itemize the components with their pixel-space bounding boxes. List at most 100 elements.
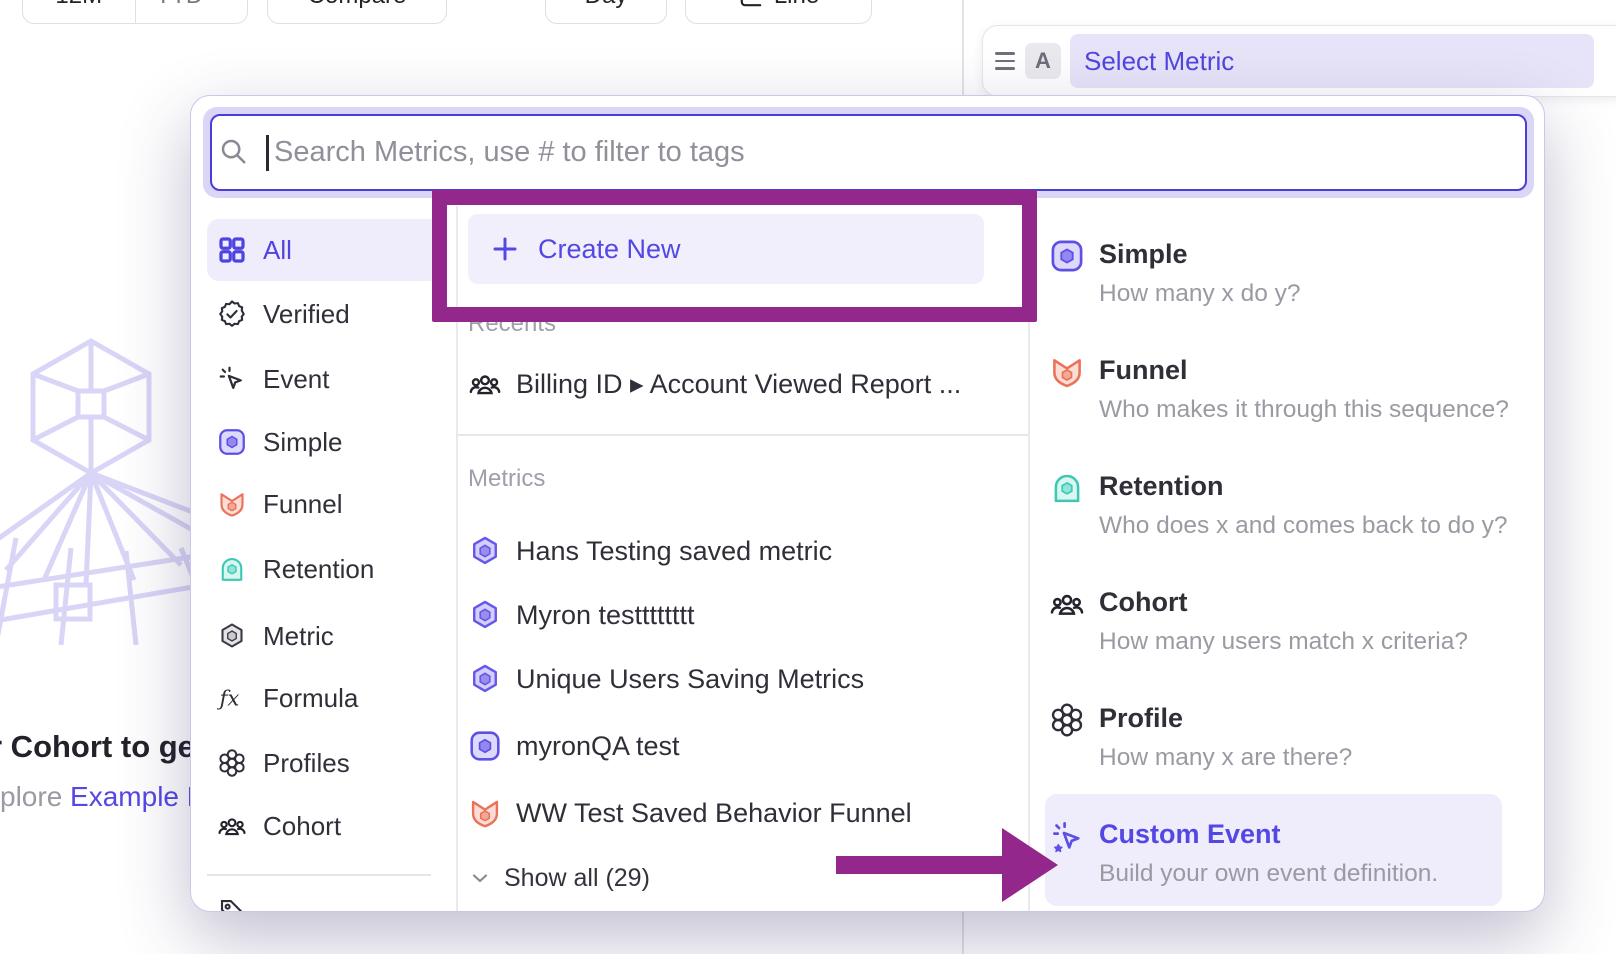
sidebar-label: Metric: [263, 621, 334, 652]
metric-type-custom-event[interactable]: Custom Event Build your own event defini…: [1049, 818, 1501, 908]
line-label: Line: [774, 0, 819, 10]
text-cursor: [266, 135, 269, 171]
metric-type-simple[interactable]: Simple How many x do y?: [1049, 238, 1501, 328]
metric-picker-modal: All Verified Event Simple Funnel Retenti…: [190, 95, 1545, 912]
simple-icon: [468, 729, 502, 763]
funnel-icon: [1049, 354, 1085, 390]
metric-hexagon-icon: [217, 621, 247, 651]
sidebar-item-profiles[interactable]: Profiles: [207, 732, 441, 794]
time-range-12m-label: 12M: [55, 0, 102, 10]
cohort-icon: [217, 811, 247, 841]
metrics-header: Metrics: [468, 465, 545, 493]
example-reports-link[interactable]: Example R: [70, 781, 207, 812]
time-range-ytd-label: YTD: [155, 0, 203, 10]
sidebar-label: Profiles: [263, 748, 350, 779]
grid-icon: [217, 235, 247, 265]
drag-handle-icon[interactable]: [995, 52, 1015, 70]
select-metric-pill[interactable]: Select Metric: [1070, 34, 1594, 88]
recent-item-label: Billing ID ▸ Account Viewed Report ...: [516, 369, 961, 400]
profiles-icon: [217, 748, 247, 778]
metric-list-item[interactable]: myronQA test: [468, 718, 1008, 774]
cohort-icon: [468, 367, 502, 401]
recent-item[interactable]: Billing ID ▸ Account Viewed Report ...: [468, 356, 1008, 412]
sidebar-label: Retention: [263, 554, 374, 585]
chevron-down-icon: [209, 0, 227, 5]
metric-list-item[interactable]: Unique Users Saving Metrics: [468, 651, 1008, 707]
metric-type-retention[interactable]: Retention Who does x and comes back to d…: [1049, 470, 1501, 560]
metric-item-label: WW Test Saved Behavior Funnel: [516, 798, 912, 829]
funnel-icon: [217, 489, 247, 519]
verified-badge-icon: [217, 299, 247, 329]
series-a-badge: A: [1025, 43, 1061, 79]
empty-state-subtext: plore Example R: [0, 781, 207, 813]
retention-icon: [217, 554, 247, 584]
app-window: r Cohort to ge plore Example R 12M YTD C…: [0, 0, 1616, 954]
create-new-button[interactable]: Create New: [468, 214, 984, 284]
formula-icon: ƒx: [217, 683, 247, 713]
chevron-down-icon: [468, 866, 492, 890]
sidebar-label: Verified: [263, 299, 350, 330]
sidebar-item-formula[interactable]: ƒx Formula: [207, 667, 441, 729]
column-divider: [1028, 206, 1030, 912]
sidebar-item-metric[interactable]: Metric: [207, 605, 441, 667]
sidebar-label: Formula: [263, 683, 358, 714]
time-range-12m-button[interactable]: 12M: [23, 0, 136, 23]
search-input[interactable]: [210, 114, 1527, 191]
time-range-ytd-button[interactable]: YTD: [136, 0, 248, 23]
metric-slot-card: A Select Metric: [982, 25, 1616, 97]
metric-type-title: Funnel: [1099, 355, 1188, 386]
metric-type-description: Who does x and comes back to do y?: [1099, 512, 1508, 540]
metric-list-item[interactable]: Hans Testing saved metric: [468, 523, 1008, 579]
metric-type-description: Who makes it through this sequence?: [1099, 396, 1509, 424]
metric-item-label: Unique Users Saving Metrics: [516, 664, 864, 695]
metric-type-description: How many x do y?: [1099, 280, 1301, 308]
sidebar-item-retention[interactable]: Retention: [207, 538, 441, 600]
simple-icon: [1049, 238, 1085, 274]
metric-type-funnel[interactable]: Funnel Who makes it through this sequenc…: [1049, 354, 1501, 444]
granularity-day-button[interactable]: Day: [545, 0, 667, 24]
metric-item-label: Hans Testing saved metric: [516, 536, 832, 567]
metric-type-profile[interactable]: Profile How many x are there?: [1049, 702, 1501, 792]
compare-button[interactable]: Compare: [267, 0, 447, 24]
sidebar-label: Funnel: [263, 489, 343, 520]
sidebar-item-funnel[interactable]: Funnel: [207, 473, 441, 535]
sidebar-item-cohort[interactable]: Cohort: [207, 795, 441, 857]
metric-item-label: myronQA test: [516, 731, 680, 762]
show-all-label: Show all (29): [504, 864, 650, 893]
show-all-button[interactable]: Show all (29): [468, 856, 868, 900]
metric-type-title: Profile: [1099, 703, 1183, 734]
compare-label: Compare: [308, 0, 407, 10]
funnel-icon: [468, 796, 502, 830]
sidebar-item-simple[interactable]: Simple: [207, 411, 441, 473]
saved-metric-hexagon-icon: [468, 534, 502, 568]
sidebar-label: All: [263, 235, 292, 266]
metric-type-description: How many x are there?: [1099, 744, 1352, 772]
search-icon: [218, 136, 248, 166]
retention-icon: [1049, 470, 1085, 506]
sidebar-divider: [456, 206, 458, 912]
metric-list-item[interactable]: WW Test Saved Behavior Funnel: [468, 785, 1008, 841]
metric-item-label: Myron testttttttt: [516, 600, 695, 631]
sidebar-item-all[interactable]: All: [207, 219, 441, 281]
profiles-icon: [1049, 702, 1085, 738]
create-new-label: Create New: [538, 234, 681, 265]
sidebar-label: Simple: [263, 427, 342, 458]
recents-header: Recents: [468, 310, 556, 338]
metric-type-title: Cohort: [1099, 587, 1187, 618]
saved-metric-hexagon-icon: [468, 598, 502, 632]
plus-icon: [490, 234, 520, 264]
sidebar-label: Cohort: [263, 811, 341, 842]
line-chart-icon: [738, 0, 764, 9]
time-range-segmented-control: 12M YTD: [22, 0, 248, 24]
sidebar-item-verified[interactable]: Verified: [207, 283, 441, 345]
sidebar-item-event[interactable]: Event: [207, 348, 441, 410]
metric-type-cohort[interactable]: Cohort How many users match x criteria?: [1049, 586, 1501, 676]
cohort-icon: [1049, 586, 1085, 622]
day-label: Day: [585, 0, 628, 10]
tag-icon: [217, 896, 247, 912]
chart-type-line-button[interactable]: Line: [685, 0, 872, 24]
metric-type-title: Simple: [1099, 239, 1188, 270]
simple-icon: [217, 427, 247, 457]
metric-type-description: Build your own event definition.: [1099, 860, 1438, 888]
metric-list-item[interactable]: Myron testttttttt: [468, 587, 1008, 643]
